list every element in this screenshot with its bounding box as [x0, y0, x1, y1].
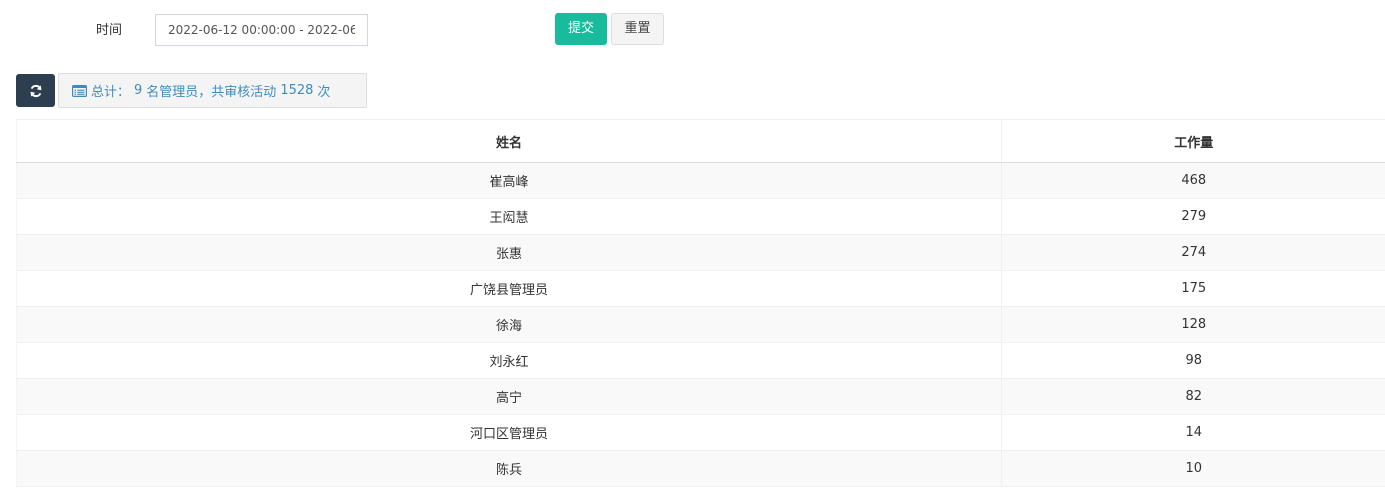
time-range-input[interactable]: [155, 14, 368, 46]
summary-suffix: 次: [317, 85, 331, 100]
table-header: 姓名 工作量: [16, 119, 1385, 163]
summary-middle: 名管理员，共审核活动: [146, 85, 277, 100]
column-header-name[interactable]: 姓名: [16, 119, 1002, 163]
cell-workload: 14: [1001, 414, 1385, 451]
table-row: 崔高峰 468: [16, 162, 1385, 199]
activity-count: 1528: [280, 83, 314, 98]
cell-workload: 468: [1001, 162, 1385, 199]
cell-name: 徐海: [16, 306, 1002, 343]
cell-name: 河口区管理员: [16, 414, 1002, 451]
time-label: 时间: [96, 23, 123, 38]
refresh-button[interactable]: [16, 74, 55, 107]
cell-name: 广饶县管理员: [16, 270, 1002, 307]
cell-name: 陈兵: [16, 450, 1002, 487]
table-row: 张惠 274: [16, 234, 1385, 271]
column-header-workload[interactable]: 工作量: [1001, 119, 1385, 163]
table-row: 刘永红 98: [16, 342, 1385, 379]
table-row: 徐海 128: [16, 306, 1385, 343]
table-row: 广饶县管理员 175: [16, 270, 1385, 307]
table-row: 陈兵 10: [16, 450, 1385, 487]
admin-workload-page: 时间 提交 重置 总计： 9 名管理员，共审核活动 152: [0, 0, 1385, 502]
summary-info: 总计： 9 名管理员，共审核活动 1528 次: [58, 73, 367, 108]
table-row: 王闳慧 279: [16, 198, 1385, 235]
cell-workload: 82: [1001, 378, 1385, 415]
cell-workload: 279: [1001, 198, 1385, 235]
reset-button[interactable]: 重置: [611, 13, 664, 45]
table-row: 河口区管理员 14: [16, 414, 1385, 451]
admin-count: 9: [134, 83, 143, 98]
cell-name: 刘永红: [16, 342, 1002, 379]
summary-prefix: 总计：: [91, 85, 131, 100]
table-row: 高宁 82: [16, 378, 1385, 415]
cell-workload: 98: [1001, 342, 1385, 379]
list-alt-icon: [72, 84, 87, 97]
cell-name: 张惠: [16, 234, 1002, 271]
cell-workload: 175: [1001, 270, 1385, 307]
refresh-icon: [30, 84, 41, 97]
cell-workload: 274: [1001, 234, 1385, 271]
submit-button[interactable]: 提交: [555, 13, 607, 45]
cell-workload: 128: [1001, 306, 1385, 343]
cell-name: 崔高峰: [16, 162, 1002, 199]
cell-name: 王闳慧: [16, 198, 1002, 235]
workload-table: 姓名 工作量 崔高峰 468 王闳慧 279 张惠 274 广饶县管理员 175: [16, 119, 1385, 487]
table-body: 崔高峰 468 王闳慧 279 张惠 274 广饶县管理员 175 徐海 128…: [16, 162, 1385, 487]
cell-workload: 10: [1001, 450, 1385, 487]
cell-name: 高宁: [16, 378, 1002, 415]
table-header-row: 姓名 工作量: [16, 119, 1385, 163]
